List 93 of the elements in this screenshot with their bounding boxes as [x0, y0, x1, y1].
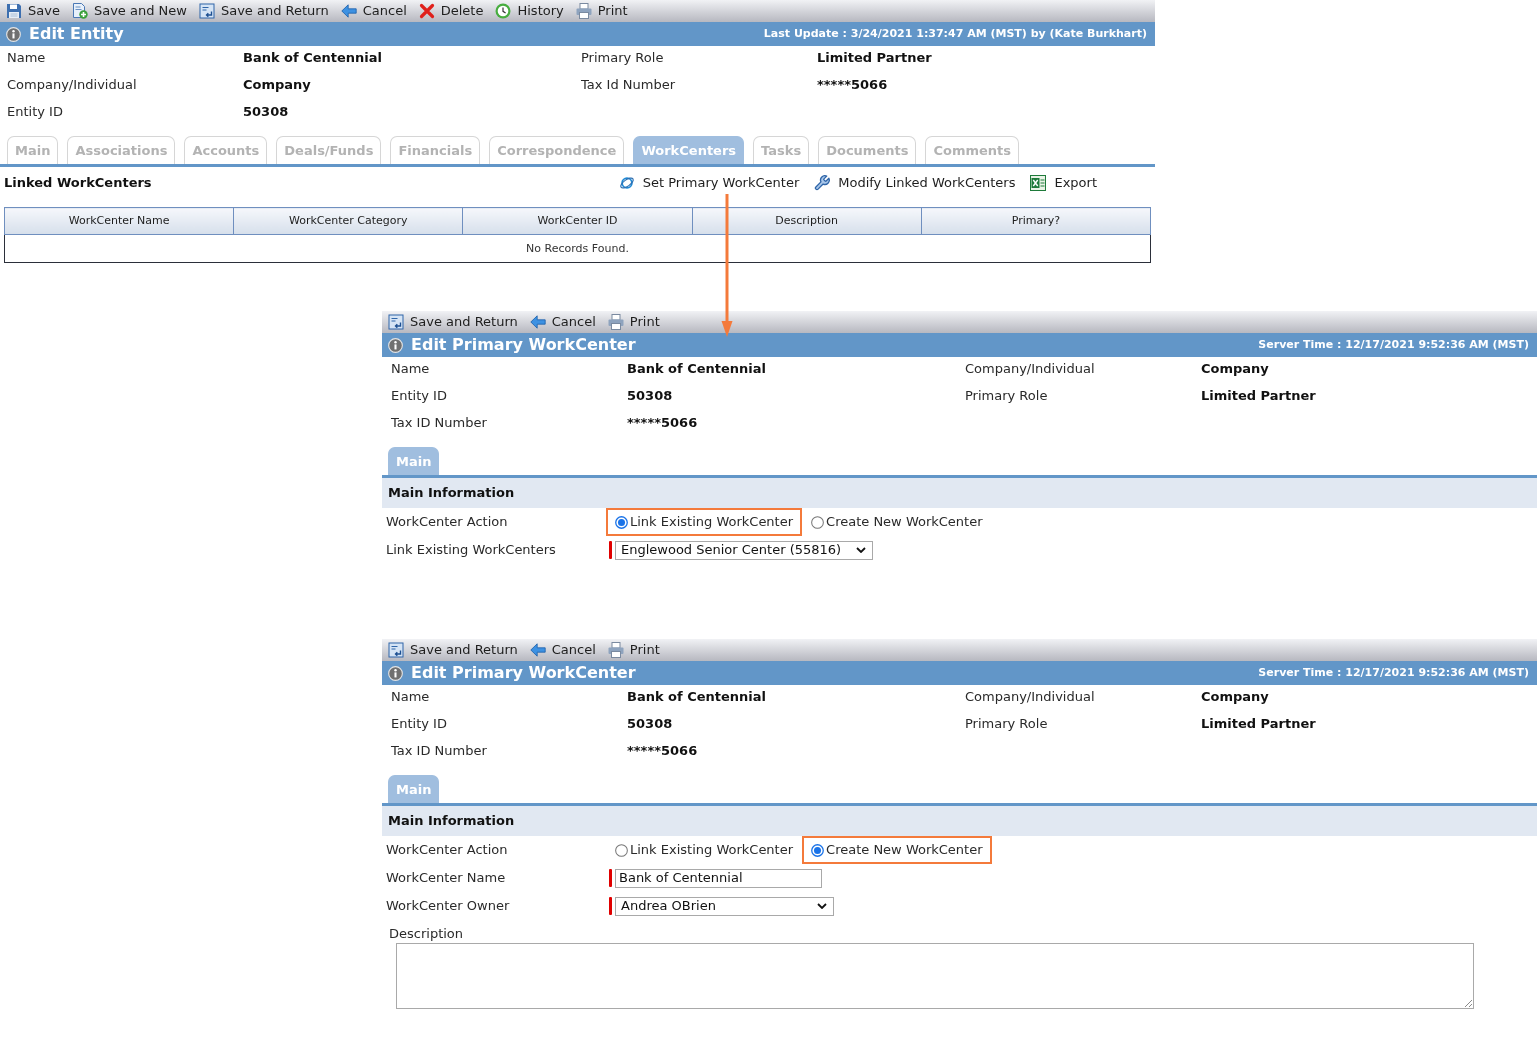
textarea-field[interactable]: [396, 943, 1474, 1009]
field-value: Limited Partner: [817, 50, 932, 66]
action-link[interactable]: Export: [1030, 175, 1097, 191]
field-value: Bank of Centennial: [627, 361, 767, 377]
toolbar-button[interactable]: Save and Return: [388, 314, 518, 330]
column-header: WorkCenter Name: [4, 207, 234, 235]
document-plus-icon: [71, 3, 88, 19]
radio-option[interactable]: Link Existing WorkCenter: [615, 514, 794, 530]
form-label: Description: [389, 926, 464, 942]
field-label: Primary Role: [581, 50, 664, 66]
wrench-icon: [814, 175, 831, 191]
form-label: WorkCenter Action: [386, 514, 508, 530]
toolbar-button[interactable]: Save: [6, 3, 60, 19]
column-header: Primary?: [921, 207, 1151, 235]
printer-icon: [575, 3, 592, 19]
field-value: 50308: [627, 388, 673, 404]
form-label: Link Existing WorkCenters: [386, 542, 556, 558]
field-value: Limited Partner: [1201, 388, 1316, 404]
text-field[interactable]: Bank of Centennial: [615, 868, 822, 888]
field-label: Company/Individual: [965, 689, 1095, 705]
column-header: WorkCenter Category: [233, 207, 463, 235]
page-title: Edit Primary WorkCenter: [411, 663, 636, 683]
field-label: Primary Role: [965, 716, 1048, 732]
field-value: *****5066: [627, 415, 698, 431]
field-value: Bank of Centennial: [243, 50, 383, 66]
left-arrow-icon: [340, 3, 357, 19]
page-title: Edit Entity: [29, 24, 124, 44]
field-label: Entity ID: [7, 104, 63, 120]
field-value: *****5066: [627, 743, 698, 759]
section-title: Main Information: [388, 485, 515, 501]
timestamp-text: Server Time : 12/17/2021 9:52:36 AM (MST): [1258, 338, 1529, 352]
resize-grip-icon: [1464, 999, 1472, 1007]
left-arrow-icon: [529, 642, 546, 658]
timestamp-text: Last Update : 3/24/2021 1:37:47 AM (MST) by (Kate Burkhart): [763, 27, 1147, 41]
printer-icon: [607, 642, 624, 658]
info-icon: [388, 665, 403, 681]
field-label: Tax ID Number: [391, 415, 487, 431]
toolbar-button[interactable]: Cancel: [529, 642, 596, 658]
column-header: Description: [692, 207, 922, 235]
timestamp-text: Server Time : 12/17/2021 9:52:36 AM (MST): [1258, 666, 1529, 680]
clock-icon: [495, 3, 512, 19]
field-label: Name: [7, 50, 46, 66]
radio-option[interactable]: Create New WorkCenter: [811, 842, 983, 858]
spreadsheet-icon: [1030, 175, 1047, 191]
toolbar-button[interactable]: Print: [575, 3, 628, 19]
radio-option[interactable]: Link Existing WorkCenter: [615, 842, 794, 858]
printer-icon: [607, 314, 624, 330]
orbit-icon: [618, 175, 635, 191]
toolbar-button[interactable]: Save and Return: [388, 642, 518, 658]
radio-option[interactable]: Create New WorkCenter: [811, 514, 983, 530]
field-value: 50308: [243, 104, 289, 120]
toolbar-button[interactable]: Cancel: [340, 3, 407, 19]
field-label: Tax Id Number: [581, 77, 676, 93]
form-label: WorkCenter Owner: [386, 898, 510, 914]
action-link[interactable]: Set Primary WorkCenter: [618, 175, 800, 191]
field-value: *****5066: [817, 77, 888, 93]
toolbar-button[interactable]: Save and New: [71, 3, 187, 19]
section-title: Linked WorkCenters: [4, 175, 152, 191]
chevron-down-icon: [817, 903, 827, 909]
toolbar-button[interactable]: Print: [607, 314, 660, 330]
field-label: Company/Individual: [965, 361, 1095, 377]
field-value: Company: [243, 77, 311, 93]
toolbar-button[interactable]: Delete: [418, 3, 484, 19]
form-label: WorkCenter Action: [386, 842, 508, 858]
field-label: Entity ID: [391, 388, 447, 404]
field-value: 50308: [627, 716, 673, 732]
field-label: Entity ID: [391, 716, 447, 732]
action-link[interactable]: Modify Linked WorkCenters: [814, 175, 1016, 191]
x-mark-icon: [418, 3, 435, 19]
field-value: Company: [1201, 361, 1269, 377]
left-arrow-icon: [529, 314, 546, 330]
toolbar-button[interactable]: Save and Return: [198, 3, 329, 19]
select-field[interactable]: Englewood Senior Center (55816): [615, 540, 873, 560]
field-value: Limited Partner: [1201, 716, 1316, 732]
empty-table-message: No Records Found.: [4, 234, 1151, 263]
form-label: WorkCenter Name: [386, 870, 506, 886]
info-icon: [6, 26, 21, 42]
field-label: Company/Individual: [7, 77, 137, 93]
field-label: Name: [391, 361, 430, 377]
toolbar-button[interactable]: Cancel: [529, 314, 596, 330]
toolbar-button[interactable]: History: [495, 3, 564, 19]
section-title: Main Information: [388, 813, 515, 829]
page-title: Edit Primary WorkCenter: [411, 335, 636, 355]
info-icon: [388, 337, 403, 353]
field-value: Company: [1201, 689, 1269, 705]
field-label: Name: [391, 689, 430, 705]
field-label: Primary Role: [965, 388, 1048, 404]
chevron-down-icon: [856, 547, 866, 553]
toolbar-button[interactable]: Print: [607, 642, 660, 658]
column-header: WorkCenter ID: [462, 207, 693, 235]
select-field[interactable]: Andrea OBrien: [615, 896, 834, 916]
field-value: Bank of Centennial: [627, 689, 767, 705]
field-label: Tax ID Number: [391, 743, 487, 759]
